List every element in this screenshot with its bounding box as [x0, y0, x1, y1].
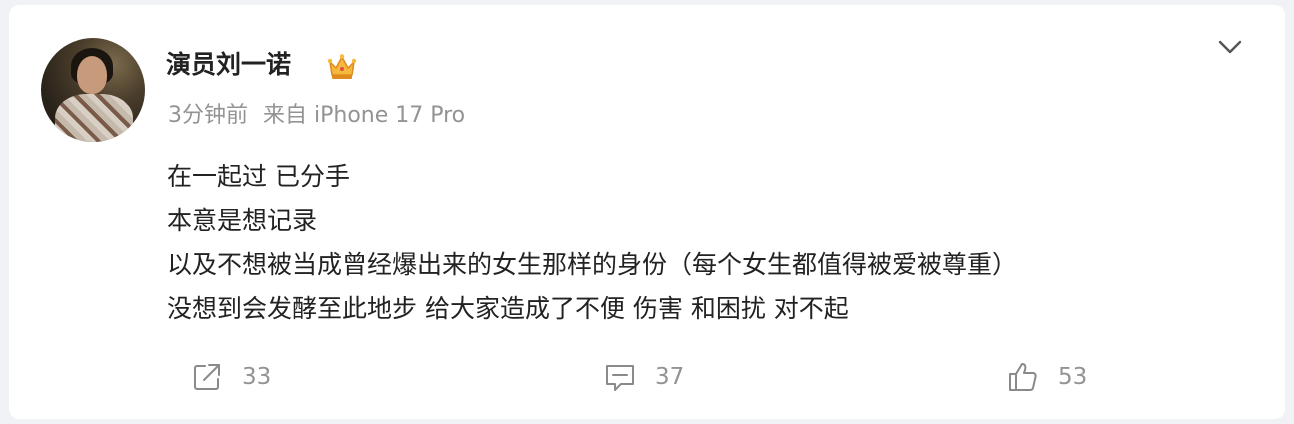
- action-bar: 33 37 53: [9, 360, 1285, 400]
- post-content: 在一起过 已分手 本意是想记录 以及不想被当成曾经爆出来的女生那样的身份（每个女…: [167, 155, 1257, 331]
- like-button[interactable]: 53: [1006, 360, 1087, 394]
- post-meta: 3分钟前 来自 iPhone 17 Pro: [168, 101, 465, 131]
- post-text-line: 以及不想被当成曾经爆出来的女生那样的身份（每个女生都值得被爱被尊重）: [167, 250, 1018, 279]
- chevron-down-icon[interactable]: [1216, 33, 1244, 61]
- avatar[interactable]: [41, 38, 145, 142]
- comment-button[interactable]: 37: [603, 360, 684, 394]
- post-time: 3分钟前: [168, 103, 248, 128]
- comment-count: 37: [655, 364, 685, 390]
- share-count: 33: [242, 364, 272, 390]
- author-name[interactable]: 演员刘一诺: [166, 48, 291, 82]
- post-card: 演员刘一诺 3分钟前 来自 iPhone 17 Pro 在一起过 已分手 本意是…: [9, 5, 1285, 419]
- like-count: 53: [1058, 364, 1088, 390]
- share-icon: [194, 364, 220, 390]
- thumbs-up-icon: [1009, 363, 1037, 391]
- share-button[interactable]: 33: [190, 360, 271, 394]
- avatar-face: [77, 56, 107, 94]
- avatar-body: [55, 94, 133, 142]
- post-text-line: 在一起过 已分手: [167, 162, 350, 191]
- post-text-line: 没想到会发酵至此地步 给大家造成了不便 伤害 和困扰 对不起: [167, 294, 849, 323]
- comment-icon: [606, 365, 634, 391]
- crown-icon: [327, 54, 357, 79]
- post-source: 来自 iPhone 17 Pro: [263, 103, 466, 128]
- post-text-line: 本意是想记录: [167, 206, 318, 235]
